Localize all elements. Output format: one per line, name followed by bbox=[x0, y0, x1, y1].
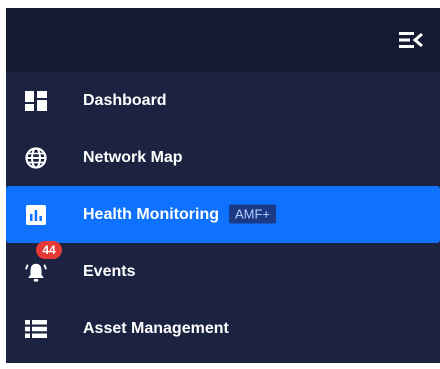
sidebar-item-health-monitoring[interactable]: Health Monitoring AMF+ bbox=[6, 186, 440, 243]
sidebar-item-label: Asset Management bbox=[83, 319, 229, 337]
sidebar: Dashboard Network Map Health Monitoring … bbox=[6, 8, 440, 363]
globe-icon bbox=[25, 146, 47, 169]
sidebar-nav: Dashboard Network Map Health Monitoring … bbox=[6, 72, 440, 357]
sidebar-header bbox=[6, 8, 440, 72]
menu-collapse-icon[interactable] bbox=[398, 30, 424, 50]
sidebar-item-label: Health Monitoring AMF+ bbox=[83, 204, 277, 224]
sidebar-item-label: Network Map bbox=[83, 148, 183, 166]
sidebar-item-label: Dashboard bbox=[83, 91, 167, 109]
bell-alert-icon bbox=[25, 261, 47, 283]
list-icon bbox=[25, 318, 47, 340]
chart-icon bbox=[25, 204, 47, 226]
dashboard-icon bbox=[25, 90, 47, 112]
sidebar-item-dashboard[interactable]: Dashboard bbox=[6, 72, 440, 129]
sidebar-item-label: Events bbox=[83, 262, 136, 280]
sidebar-item-network-map[interactable]: Network Map bbox=[6, 129, 440, 186]
events-count-badge: 44 bbox=[36, 241, 62, 259]
sidebar-item-asset-management[interactable]: Asset Management bbox=[6, 300, 440, 357]
amf-tag: AMF+ bbox=[228, 204, 277, 223]
sidebar-item-events[interactable]: 44 Events bbox=[6, 241, 440, 300]
